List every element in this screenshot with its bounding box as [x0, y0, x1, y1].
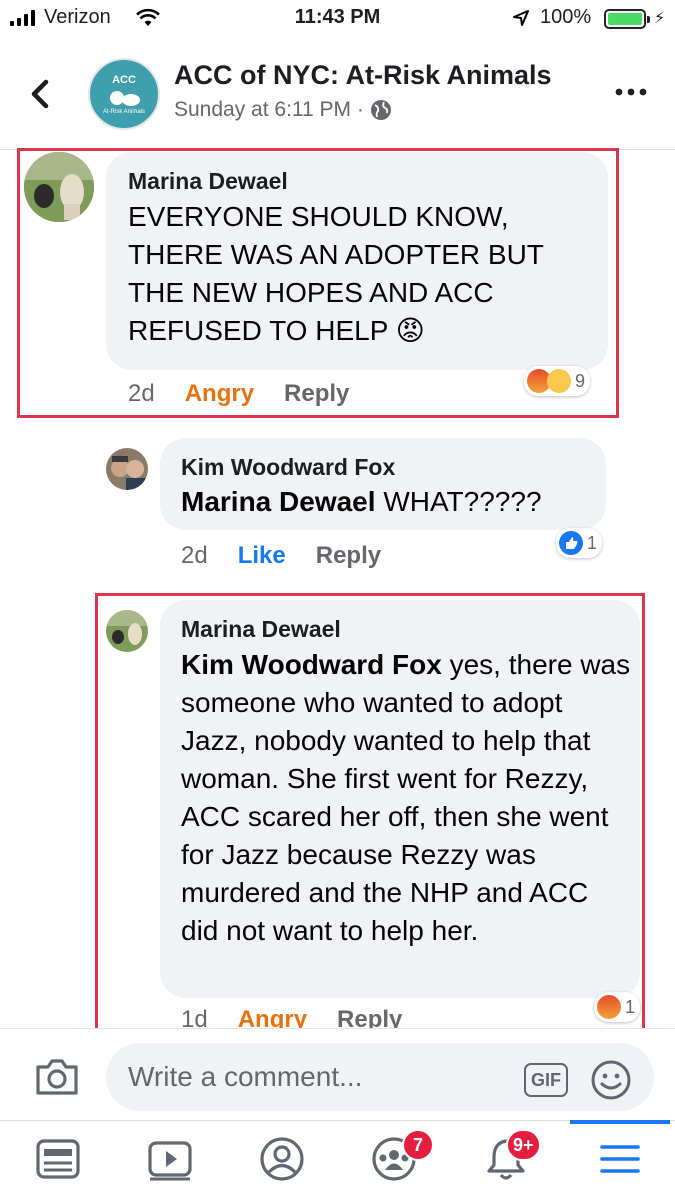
- reply-button[interactable]: Reply: [284, 380, 349, 408]
- comment-author[interactable]: Marina Dewael: [128, 168, 288, 195]
- reply-button[interactable]: Reply: [316, 542, 381, 570]
- bottom-tab-bar: 7 9+: [0, 1120, 675, 1200]
- angry-reaction-icon: [597, 995, 621, 1019]
- comment-author[interactable]: Marina Dewael: [181, 616, 341, 643]
- comment-time: 2d: [128, 380, 155, 407]
- reaction-button[interactable]: Angry: [185, 380, 254, 408]
- comment-author[interactable]: Kim Woodward Fox: [181, 454, 395, 481]
- charging-icon: ⚡: [654, 10, 666, 27]
- avatar-photo: [106, 610, 148, 652]
- avatar-photo: [24, 152, 94, 222]
- notifications-badge: 9+: [506, 1129, 541, 1161]
- reaction-count: 1: [587, 532, 598, 553]
- angry-emoji: 😡: [395, 315, 425, 346]
- avatar[interactable]: [106, 448, 148, 490]
- avatar[interactable]: [106, 610, 148, 652]
- globe-icon: [370, 100, 391, 120]
- status-bar: Verizon 11:43 PM 100% ⚡: [0, 0, 675, 38]
- gif-icon[interactable]: GIF: [524, 1063, 568, 1097]
- reaction-count: 1: [625, 996, 636, 1017]
- comment-input[interactable]: [106, 1043, 654, 1111]
- camera-icon[interactable]: [34, 1055, 80, 1097]
- comment-actions: 2d Angry Reply: [128, 380, 349, 408]
- menu-tab-icon[interactable]: [596, 1135, 644, 1183]
- comment-composer: GIF: [0, 1028, 675, 1120]
- post-header: ACC At-Risk Animals ACC of NYC: At-Risk …: [0, 40, 675, 150]
- news-feed-tab-icon[interactable]: [34, 1135, 82, 1183]
- avatar-photo: [106, 448, 148, 490]
- pet-silhouette-icon: [110, 91, 140, 106]
- comment-text: Kim Woodward Fox yes, there was someone …: [181, 649, 631, 946]
- group-title[interactable]: ACC of NYC: At-Risk Animals: [174, 60, 552, 91]
- battery-icon: [604, 9, 650, 29]
- reaction-summary[interactable]: 1: [594, 992, 641, 1022]
- like-reaction-icon: [559, 531, 583, 555]
- mention-link[interactable]: Marina Dewael: [181, 486, 376, 517]
- comment-text: EVERYONE SHOULD KNOW, THERE WAS AN ADOPT…: [128, 201, 544, 346]
- profile-tab-icon[interactable]: [258, 1135, 306, 1183]
- watch-tab-icon[interactable]: [146, 1135, 194, 1183]
- reaction-summary[interactable]: 9: [524, 366, 591, 396]
- sad-reaction-icon: [547, 369, 571, 393]
- avatar[interactable]: [24, 152, 94, 222]
- post-timestamp: Sunday at 6:11 PM ·: [174, 98, 392, 122]
- active-tab-indicator: [570, 1120, 670, 1124]
- back-arrow-icon[interactable]: [26, 74, 56, 114]
- emoji-icon[interactable]: [590, 1059, 632, 1101]
- mention-link[interactable]: Kim Woodward Fox: [181, 649, 442, 680]
- reaction-summary[interactable]: 1: [556, 528, 603, 558]
- reaction-count: 9: [575, 370, 586, 391]
- group-avatar[interactable]: ACC At-Risk Animals: [88, 58, 160, 130]
- comment-text: Marina Dewael WHAT?????: [181, 486, 542, 517]
- comment-time: 2d: [181, 542, 208, 569]
- comment-actions: 2d Like Reply: [181, 542, 381, 570]
- like-button[interactable]: Like: [238, 542, 286, 570]
- location-icon: [513, 10, 529, 26]
- groups-badge: 7: [402, 1129, 434, 1161]
- more-options-icon[interactable]: [614, 84, 648, 100]
- battery-percent: 100%: [540, 6, 592, 28]
